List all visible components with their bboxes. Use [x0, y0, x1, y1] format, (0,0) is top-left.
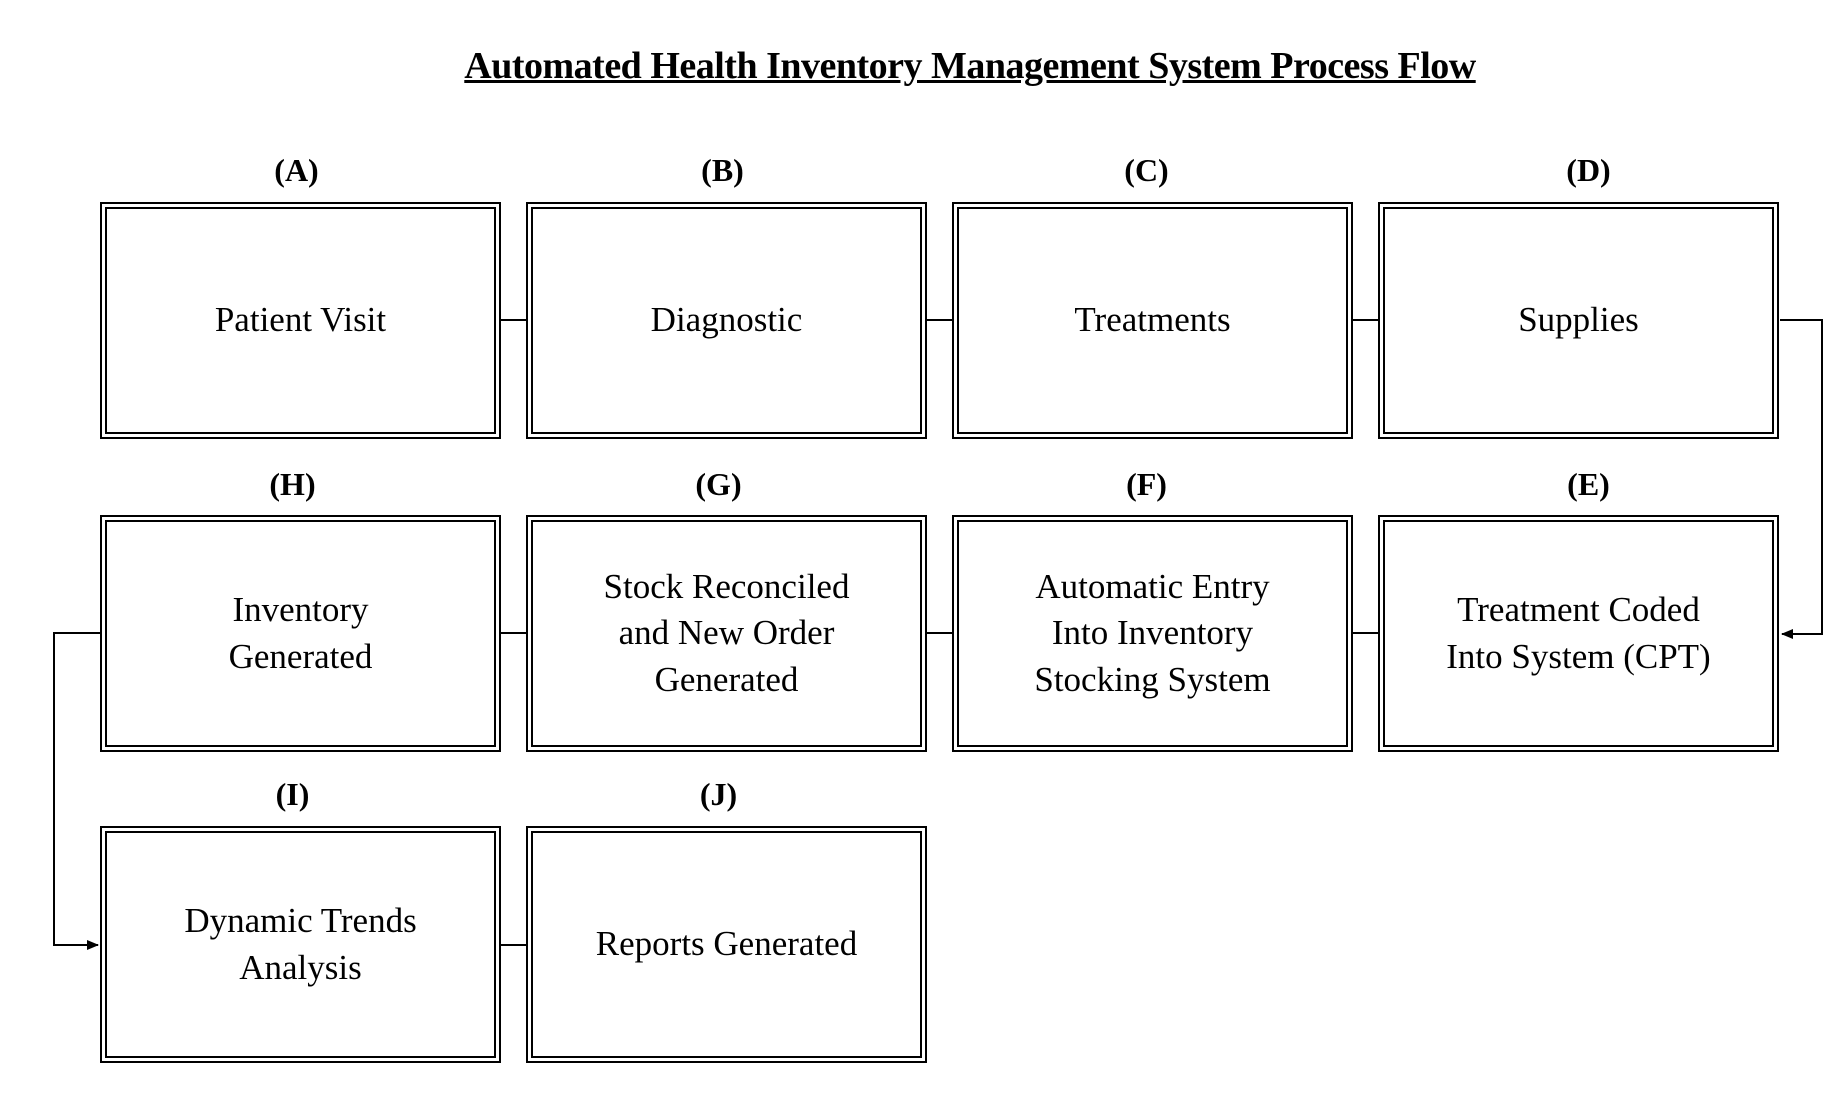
node-label: Treatments	[1074, 300, 1231, 340]
node-letter-b: (B)	[701, 152, 744, 188]
node-letter-j: (J)	[699, 776, 738, 812]
node-letter-i: (I)	[275, 776, 310, 812]
node-label: Dynamic Trends Analysis	[184, 900, 417, 987]
node-letter-d: (D)	[1566, 152, 1611, 188]
node-reports-generated: Reports Generated	[526, 826, 927, 1063]
node-label: Treatment Coded Into System (CPT)	[1446, 589, 1711, 676]
node-label: Diagnostic	[650, 300, 803, 340]
node-label: Stock Reconciled and New Order Generated	[603, 566, 850, 699]
node-label: Inventory Generated	[228, 589, 373, 676]
node-label: Patient Visit	[214, 300, 387, 340]
node-letter-c: (C)	[1124, 152, 1169, 188]
node-inventory-generated: Inventory Generated	[100, 515, 501, 752]
node-dynamic-trends: Dynamic Trends Analysis	[100, 826, 501, 1063]
node-label: Reports Generated	[595, 924, 858, 964]
node-label: Supplies	[1518, 300, 1639, 340]
node-treatments: Treatments	[952, 202, 1353, 439]
node-treatment-coded: Treatment Coded Into System (CPT)	[1378, 515, 1779, 752]
node-letter-f: (F)	[1126, 466, 1167, 502]
node-stock-reconciled: Stock Reconciled and New Order Generated	[526, 515, 927, 752]
node-letter-e: (E)	[1567, 466, 1610, 502]
node-letter-g: (G)	[695, 466, 742, 502]
node-label: Automatic Entry Into Inventory Stocking …	[1034, 566, 1271, 699]
node-automatic-entry: Automatic Entry Into Inventory Stocking …	[952, 515, 1353, 752]
node-supplies: Supplies	[1378, 202, 1779, 439]
node-diagnostic: Diagnostic	[526, 202, 927, 439]
node-patient-visit: Patient Visit	[100, 202, 501, 439]
node-letter-h: (H)	[269, 466, 316, 502]
node-letter-a: (A)	[274, 152, 319, 188]
